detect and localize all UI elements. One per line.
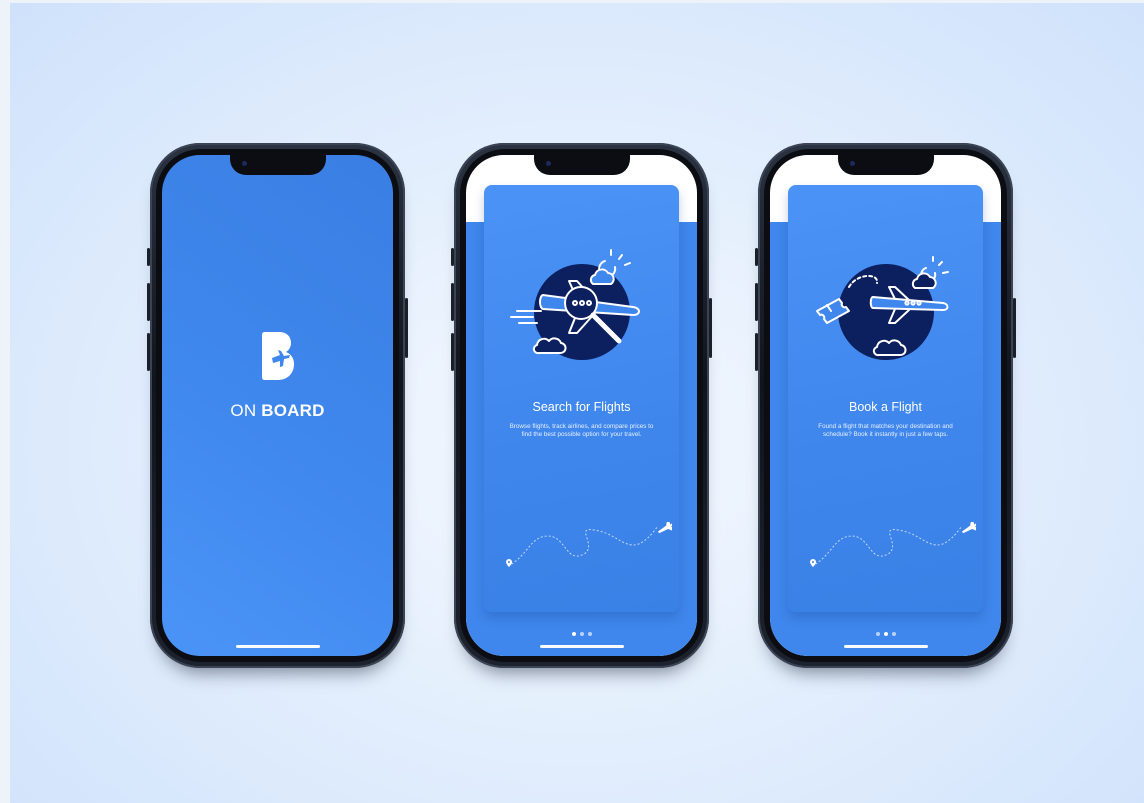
airplane-icon: [962, 522, 976, 534]
onboarding-description: Found a flight that matches your destina…: [818, 423, 953, 438]
notch: [837, 155, 934, 175]
notch: [533, 155, 630, 175]
notch: [229, 155, 326, 175]
page-dot-2[interactable]: [579, 632, 584, 636]
pagination-dots[interactable]: [875, 632, 896, 636]
page-dot-1[interactable]: [875, 632, 880, 636]
onboarding-description: Browse flights, track airlines, and comp…: [509, 423, 654, 438]
brand-bold-text: BOARD: [261, 401, 325, 420]
flight-route-illustration: [506, 522, 672, 567]
brand-wordmark: ON BOARD: [162, 401, 393, 421]
page-dot-3[interactable]: [587, 632, 592, 636]
app-logo-icon: [261, 332, 294, 380]
phone-splash: ON BOARD: [147, 143, 408, 668]
home-indicator[interactable]: [235, 645, 320, 648]
onboarding-screen-search: Search for Flights Browse flights, track…: [466, 155, 697, 656]
onboarding-title: Search for Flights: [532, 400, 631, 414]
airplane-ticket-illustration: [815, 256, 949, 360]
onboarding-card[interactable]: Book a Flight Found a flight that matche…: [788, 185, 983, 612]
home-indicator[interactable]: [539, 645, 624, 648]
home-indicator[interactable]: [843, 645, 928, 648]
onboarding-screen-book: Book a Flight Found a flight that matche…: [770, 155, 1001, 656]
page-dot-1[interactable]: [571, 632, 576, 636]
onboarding-card[interactable]: Search for Flights Browse flights, track…: [484, 185, 679, 612]
page-dot-3[interactable]: [891, 632, 896, 636]
onboarding-title: Book a Flight: [849, 400, 922, 414]
page-dot-2[interactable]: [883, 632, 888, 636]
pagination-dots[interactable]: [571, 632, 592, 636]
splash-screen: ON BOARD: [162, 155, 393, 656]
phone-onboarding-2: Book a Flight Found a flight that matche…: [755, 143, 1016, 668]
phone-onboarding-1: Search for Flights Browse flights, track…: [451, 143, 712, 668]
airplane-icon: [658, 522, 672, 534]
brand-light-text: ON: [230, 401, 257, 420]
flight-route-illustration: [810, 522, 976, 567]
airplane-search-illustration: [509, 249, 640, 360]
location-pin-icon: [810, 559, 816, 567]
location-pin-icon: [506, 559, 512, 567]
